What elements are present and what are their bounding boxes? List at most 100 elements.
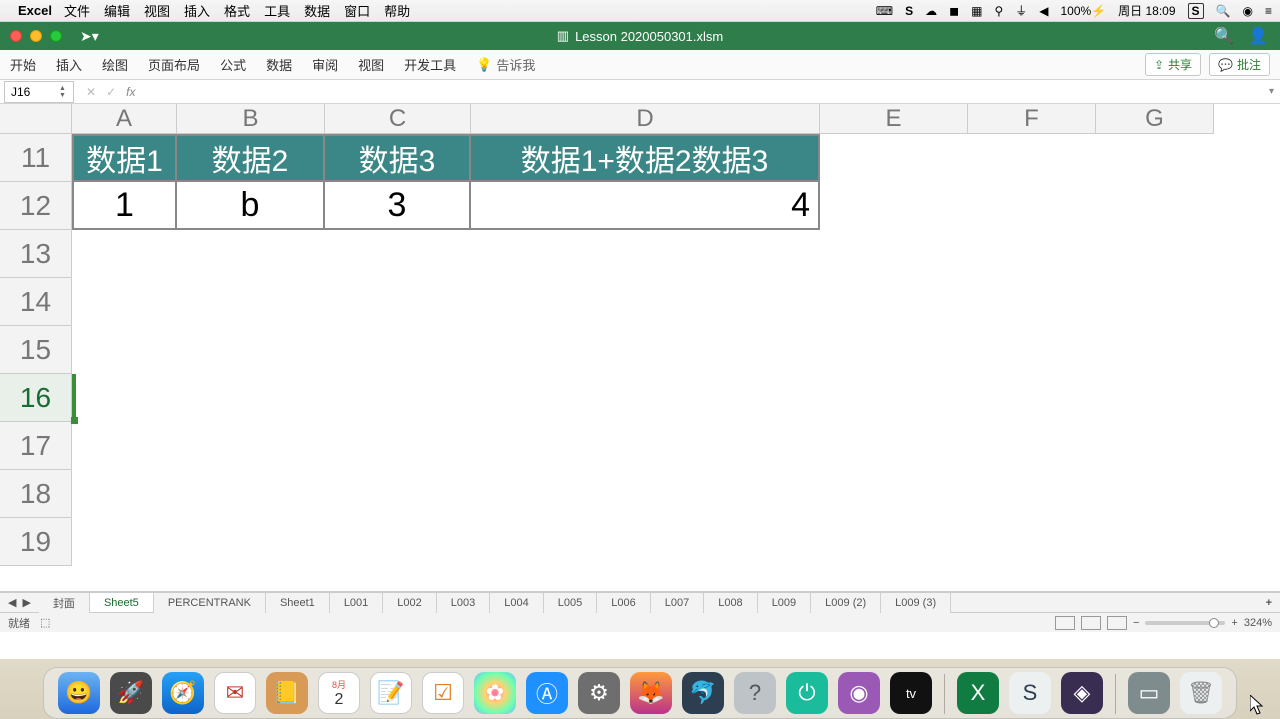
dock-launchpad-icon[interactable]: 🚀: [110, 672, 152, 714]
status-battery[interactable]: 100% ⚡: [1061, 4, 1107, 18]
row-header-15[interactable]: 15: [0, 326, 72, 374]
zoom-level[interactable]: 324%: [1244, 617, 1272, 629]
status-spotlight-icon[interactable]: 🔍: [1216, 4, 1231, 18]
sheet-tab[interactable]: L005: [544, 593, 597, 613]
comments-button[interactable]: 💬批注: [1209, 53, 1270, 76]
menu-help[interactable]: 帮助: [384, 1, 410, 20]
view-pagelayout-button[interactable]: [1081, 616, 1101, 630]
dock-safari-icon[interactable]: 🧭: [162, 672, 204, 714]
dock-help-icon[interactable]: ?: [734, 672, 776, 714]
ribbon-tab-home[interactable]: 开始: [10, 55, 36, 74]
sheet-tab[interactable]: L004: [490, 593, 543, 613]
spreadsheet-grid[interactable]: ABCDEFG 111213141516171819 数据1数据2数据3数据1+…: [0, 104, 1280, 592]
share-button[interactable]: ⇪共享: [1145, 53, 1201, 76]
sheet-tab[interactable]: 封面: [39, 593, 90, 613]
menu-file[interactable]: 文件: [64, 1, 90, 20]
zoom-out-button[interactable]: −: [1133, 617, 1139, 629]
dock-podcasts-icon[interactable]: ◉: [838, 672, 880, 714]
row-header-11[interactable]: 11: [0, 134, 72, 182]
ribbon-tab-developer[interactable]: 开发工具: [404, 55, 456, 74]
column-header-F[interactable]: F: [968, 104, 1096, 134]
dock-photos-icon[interactable]: ✿: [474, 672, 516, 714]
ribbon-tab-view[interactable]: 视图: [358, 55, 384, 74]
view-normal-button[interactable]: [1055, 616, 1075, 630]
data-value-cell[interactable]: b: [177, 182, 325, 230]
data-value-cell[interactable]: 1: [72, 182, 177, 230]
sheet-tab[interactable]: L006: [597, 593, 650, 613]
macro-record-icon[interactable]: ⬚: [40, 616, 50, 629]
status-volume-icon[interactable]: ◀: [1039, 4, 1048, 18]
row-header-19[interactable]: 19: [0, 518, 72, 566]
status-siri-icon[interactable]: ◉: [1243, 4, 1253, 18]
sheet-nav-prev-icon[interactable]: ◀: [8, 596, 16, 609]
ribbon-tab-insert[interactable]: 插入: [56, 55, 82, 74]
data-value-cell[interactable]: 3: [325, 182, 471, 230]
dock-finder-icon[interactable]: 😀: [58, 672, 100, 714]
cells-area[interactable]: 数据1数据2数据3数据1+数据2数据3 1b34: [72, 134, 1280, 566]
row-header-13[interactable]: 13: [0, 230, 72, 278]
menu-insert[interactable]: 插入: [184, 1, 210, 20]
menu-tools[interactable]: 工具: [264, 1, 290, 20]
data-header-cell[interactable]: 数据3: [325, 134, 471, 182]
data-value-cell[interactable]: 4: [471, 182, 820, 230]
minimize-window-button[interactable]: [30, 30, 42, 42]
dock-firefox-icon[interactable]: 🦊: [630, 672, 672, 714]
sheet-tab[interactable]: L003: [437, 593, 490, 613]
sheet-tab[interactable]: L001: [330, 593, 383, 613]
menu-view[interactable]: 视图: [144, 1, 170, 20]
row-header-18[interactable]: 18: [0, 470, 72, 518]
sheet-tab[interactable]: L009 (3): [881, 593, 951, 613]
name-box[interactable]: J16 ▲▼: [4, 81, 74, 103]
row-header-12[interactable]: 12: [0, 182, 72, 230]
sheet-tab[interactable]: Sheet1: [266, 593, 330, 613]
dock-notes-icon[interactable]: 📝: [370, 672, 412, 714]
ribbon-tab-review[interactable]: 审阅: [312, 55, 338, 74]
dock-contacts-icon[interactable]: 📒: [266, 672, 308, 714]
dock-settings-icon[interactable]: ⚙: [578, 672, 620, 714]
confirm-formula-icon[interactable]: ✓: [106, 85, 116, 99]
dock-trash-icon[interactable]: 🗑: [1180, 672, 1222, 714]
row-header-14[interactable]: 14: [0, 278, 72, 326]
dock-purple-app-icon[interactable]: ◈: [1061, 672, 1103, 714]
status-square-icon[interactable]: ◼: [949, 4, 959, 18]
name-box-stepper[interactable]: ▲▼: [59, 82, 71, 102]
select-all-corner[interactable]: [0, 104, 72, 134]
column-header-E[interactable]: E: [820, 104, 968, 134]
dock-activity-icon[interactable]: ⏻: [786, 672, 828, 714]
search-icon[interactable]: 🔍: [1214, 26, 1234, 46]
add-sheet-button[interactable]: +: [1258, 597, 1280, 609]
status-ime-icon[interactable]: ⌨: [876, 4, 893, 18]
ribbon-tab-data[interactable]: 数据: [266, 55, 292, 74]
dock-mysql-icon[interactable]: 🐬: [682, 672, 724, 714]
expand-formula-bar-icon[interactable]: ▾: [1269, 86, 1274, 97]
sheet-tab[interactable]: PERCENTRANK: [154, 593, 266, 613]
status-s2-icon[interactable]: S: [1188, 3, 1204, 19]
data-header-cell[interactable]: 数据2: [177, 134, 325, 182]
sheet-tab[interactable]: Sheet5: [90, 593, 154, 612]
menu-format[interactable]: 格式: [224, 1, 250, 20]
status-cloud-icon[interactable]: ☁: [925, 4, 937, 18]
sheet-tab[interactable]: L009: [758, 593, 811, 613]
status-datetime[interactable]: 周日 18:09: [1118, 2, 1175, 19]
status-wifi-icon[interactable]: ⏚: [1015, 2, 1027, 19]
column-header-B[interactable]: B: [177, 104, 325, 134]
menu-data[interactable]: 数据: [304, 1, 330, 20]
dock-appstore-icon[interactable]: Ⓐ: [526, 672, 568, 714]
sheet-nav-next-icon[interactable]: ▶: [22, 596, 30, 609]
status-grid-icon[interactable]: ▦: [971, 4, 982, 18]
dock-excel-icon[interactable]: X: [957, 672, 999, 714]
row-header-16[interactable]: 16: [0, 374, 72, 422]
dock-mail-icon[interactable]: ✉: [214, 672, 256, 714]
zoom-window-button[interactable]: [50, 30, 62, 42]
cancel-formula-icon[interactable]: ✕: [86, 85, 96, 99]
close-window-button[interactable]: [10, 30, 22, 42]
data-header-cell[interactable]: 数据1+数据2数据3: [471, 134, 820, 182]
column-header-D[interactable]: D: [471, 104, 820, 134]
dock-appletv-icon[interactable]: tv: [890, 672, 932, 714]
zoom-in-button[interactable]: +: [1231, 617, 1237, 629]
status-bluetooth-icon[interactable]: ⚲: [994, 4, 1003, 18]
data-header-cell[interactable]: 数据1: [72, 134, 177, 182]
menu-edit[interactable]: 编辑: [104, 1, 130, 20]
dock-reminders-icon[interactable]: ☑: [422, 672, 464, 714]
zoom-slider[interactable]: [1145, 621, 1225, 625]
